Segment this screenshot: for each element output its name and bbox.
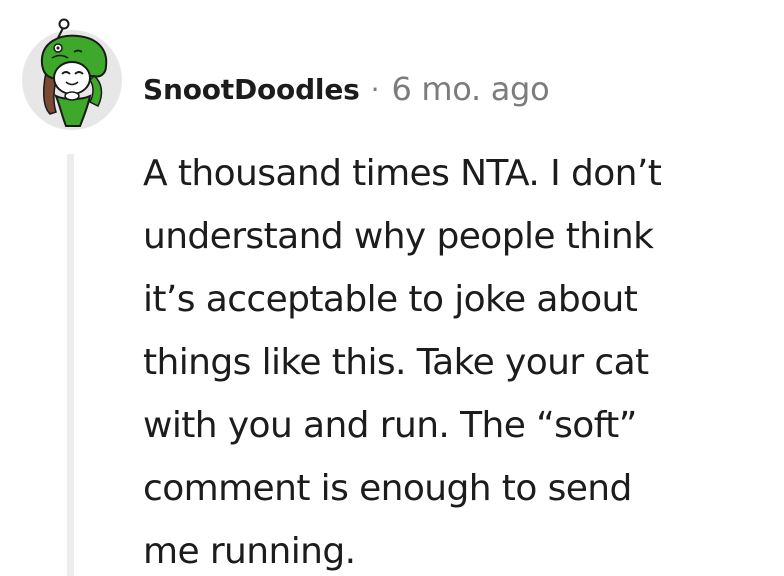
comment-text-line: things like this. Take your cat bbox=[143, 342, 649, 383]
comment-text-line: with you and run. The “soft” bbox=[143, 405, 637, 446]
comment-meta: SnootDoodles · 6 mo. ago bbox=[143, 67, 550, 111]
comment-body: A thousand times NTA. I don’t understand… bbox=[143, 142, 773, 576]
snoo-frog-hood-avatar-icon bbox=[22, 18, 122, 130]
thread-line[interactable] bbox=[67, 154, 74, 576]
comment-text-line: comment is enough to send bbox=[143, 468, 632, 509]
comment-text-line: A thousand times NTA. I don’t bbox=[143, 153, 662, 194]
comment-text-line: it’s acceptable to joke about bbox=[143, 279, 638, 320]
comment-timestamp[interactable]: 6 mo. ago bbox=[391, 70, 549, 108]
meta-separator: · bbox=[370, 72, 380, 106]
comment: SnootDoodles · 6 mo. ago A thousand time… bbox=[0, 0, 784, 576]
comment-text-line: understand why people think bbox=[143, 216, 654, 257]
comment-text-line: me running. bbox=[143, 531, 356, 572]
username-link[interactable]: SnootDoodles bbox=[143, 73, 360, 106]
avatar[interactable] bbox=[22, 16, 122, 132]
